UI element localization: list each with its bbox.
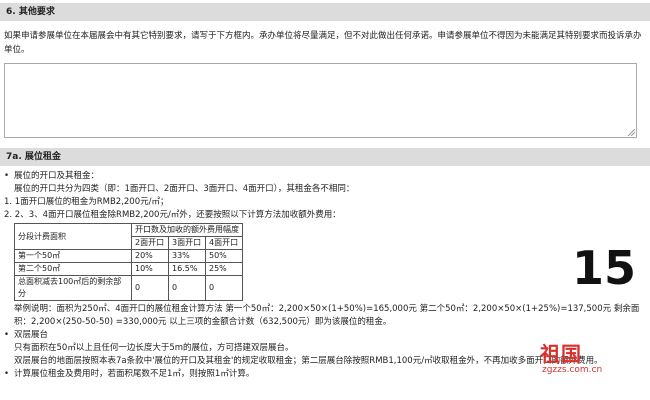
table-col-header: 3面开口 bbox=[168, 236, 206, 250]
table-cell: 16.5% bbox=[168, 262, 206, 276]
table-cell: 0 bbox=[205, 275, 243, 301]
table-cell: 50% bbox=[205, 249, 243, 263]
watermark-main-text: 祖国 bbox=[540, 342, 582, 366]
section-7a-header: 7a. 展位租金 bbox=[0, 148, 650, 166]
watermark-url: zgzzs.com.cn bbox=[542, 365, 603, 375]
watermark-logo: 祖国 zgzzs.com.cn bbox=[540, 343, 602, 376]
table-group-header: 开口数及加收的额外费用幅度 bbox=[131, 223, 243, 237]
table-cell: 10% bbox=[131, 262, 169, 276]
table-cell: 0 bbox=[131, 275, 169, 301]
resize-grip-icon[interactable] bbox=[628, 129, 635, 136]
table-cell: 0 bbox=[168, 275, 206, 301]
table-col-header: 2面开口 bbox=[131, 236, 169, 250]
table-row: 总面积减去100㎡后的剩余部分 0 0 0 bbox=[14, 275, 243, 301]
table-col-header: 4面开口 bbox=[205, 236, 243, 250]
table-cell: 第二个50㎡ bbox=[14, 262, 132, 276]
surcharge-table: 分段计费面积 开口数及加收的额外费用幅度 2面开口 3面开口 4面开口 第一个5… bbox=[14, 223, 243, 301]
table-cell: 总面积减去100㎡后的剩余部分 bbox=[14, 275, 132, 301]
table-row: 第一个50㎡ 20% 33% 50% bbox=[14, 249, 243, 263]
table-row-header: 分段计费面积 bbox=[14, 223, 132, 250]
section-6-intro: 如果申请参展单位在本届展会中有其它特别要求，请写于下方框内。承办单位将尽量满足，… bbox=[4, 31, 642, 55]
table-cell: 20% bbox=[131, 249, 169, 263]
list-item-1: 1. 1面开口展位的租金为RMB2,200元/㎡； bbox=[4, 197, 169, 207]
bullet-double-deck: 双层展台 bbox=[4, 329, 644, 342]
openings-description: 展位的开口共分为四类（即：1面开口、2面开口、3面开口、4面开口），其租金各不相… bbox=[14, 184, 355, 194]
table-cell: 33% bbox=[168, 249, 206, 263]
page-number-overlay: 15 bbox=[572, 241, 637, 295]
section-6-header: 6. 其他要求 bbox=[0, 3, 650, 21]
special-requirements-textarea[interactable] bbox=[4, 63, 637, 138]
bullet-booth-openings: 展位的开口及其租金： bbox=[4, 170, 644, 183]
calculation-example: 举例说明：面积为250㎡、4面开口的展位租金计算方法 第一个50㎡：2,200×… bbox=[14, 304, 640, 327]
table-row: 第二个50㎡ 10% 16.5% 25% bbox=[14, 262, 243, 276]
list-item-2: 2. 2、3、4面开口展位租金除RMB2,200元/㎡外，还要按照以下计算方法加… bbox=[4, 210, 341, 220]
table-cell: 第一个50㎡ bbox=[14, 249, 132, 263]
table-cell: 25% bbox=[205, 262, 243, 276]
